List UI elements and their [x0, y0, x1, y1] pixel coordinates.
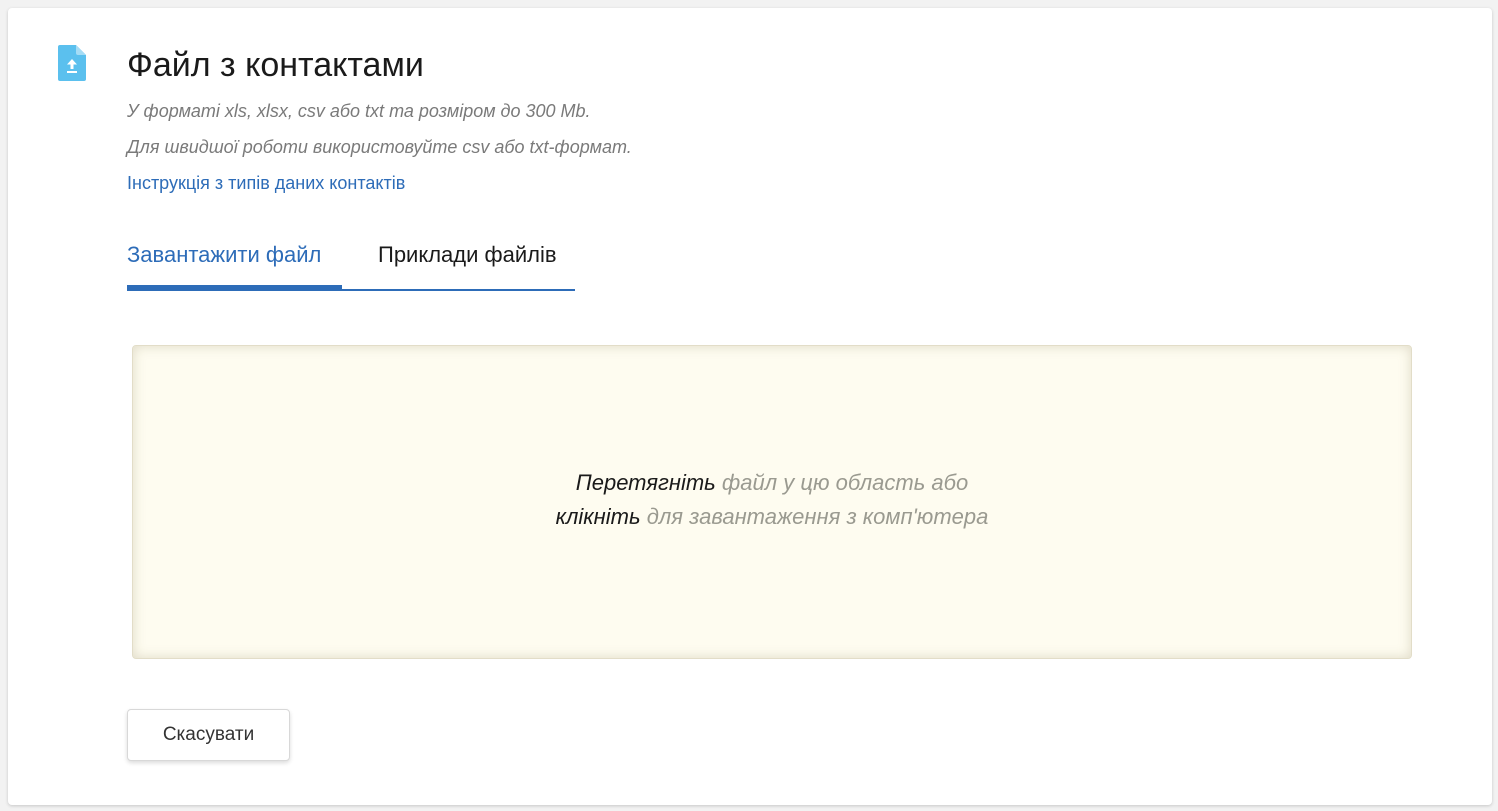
tab-file-examples[interactable]: Приклади файлів	[342, 233, 557, 289]
tab-bar: Завантажити файл Приклади файлів	[127, 233, 575, 291]
format-hint: У форматі xls, xlsx, csv або txt та розм…	[127, 101, 591, 121]
dropzone-text: Перетягніть файл у цю область або клікні…	[133, 466, 1411, 534]
file-upload-icon	[58, 45, 86, 81]
page-title: Файл з контактами	[127, 46, 424, 84]
speed-hint: Для швидшої роботи використовуйте csv аб…	[127, 137, 632, 157]
upload-card: Файл з контактами У форматі xls, xlsx, c…	[8, 8, 1492, 805]
dropzone-click-rest: для завантаження з комп'ютера	[640, 504, 989, 529]
instruction-link[interactable]: Інструкція з типів даних контактів	[127, 171, 405, 195]
dropzone-drag-rest: файл у цю область або	[715, 470, 969, 495]
tab-upload-file[interactable]: Завантажити файл	[127, 233, 342, 289]
cancel-button[interactable]: Скасувати	[127, 709, 290, 761]
dropzone-drag-word: Перетягніть	[575, 470, 716, 495]
dropzone-click-word[interactable]: клікніть	[556, 504, 641, 529]
file-dropzone[interactable]: Перетягніть файл у цю область або клікні…	[132, 345, 1412, 659]
